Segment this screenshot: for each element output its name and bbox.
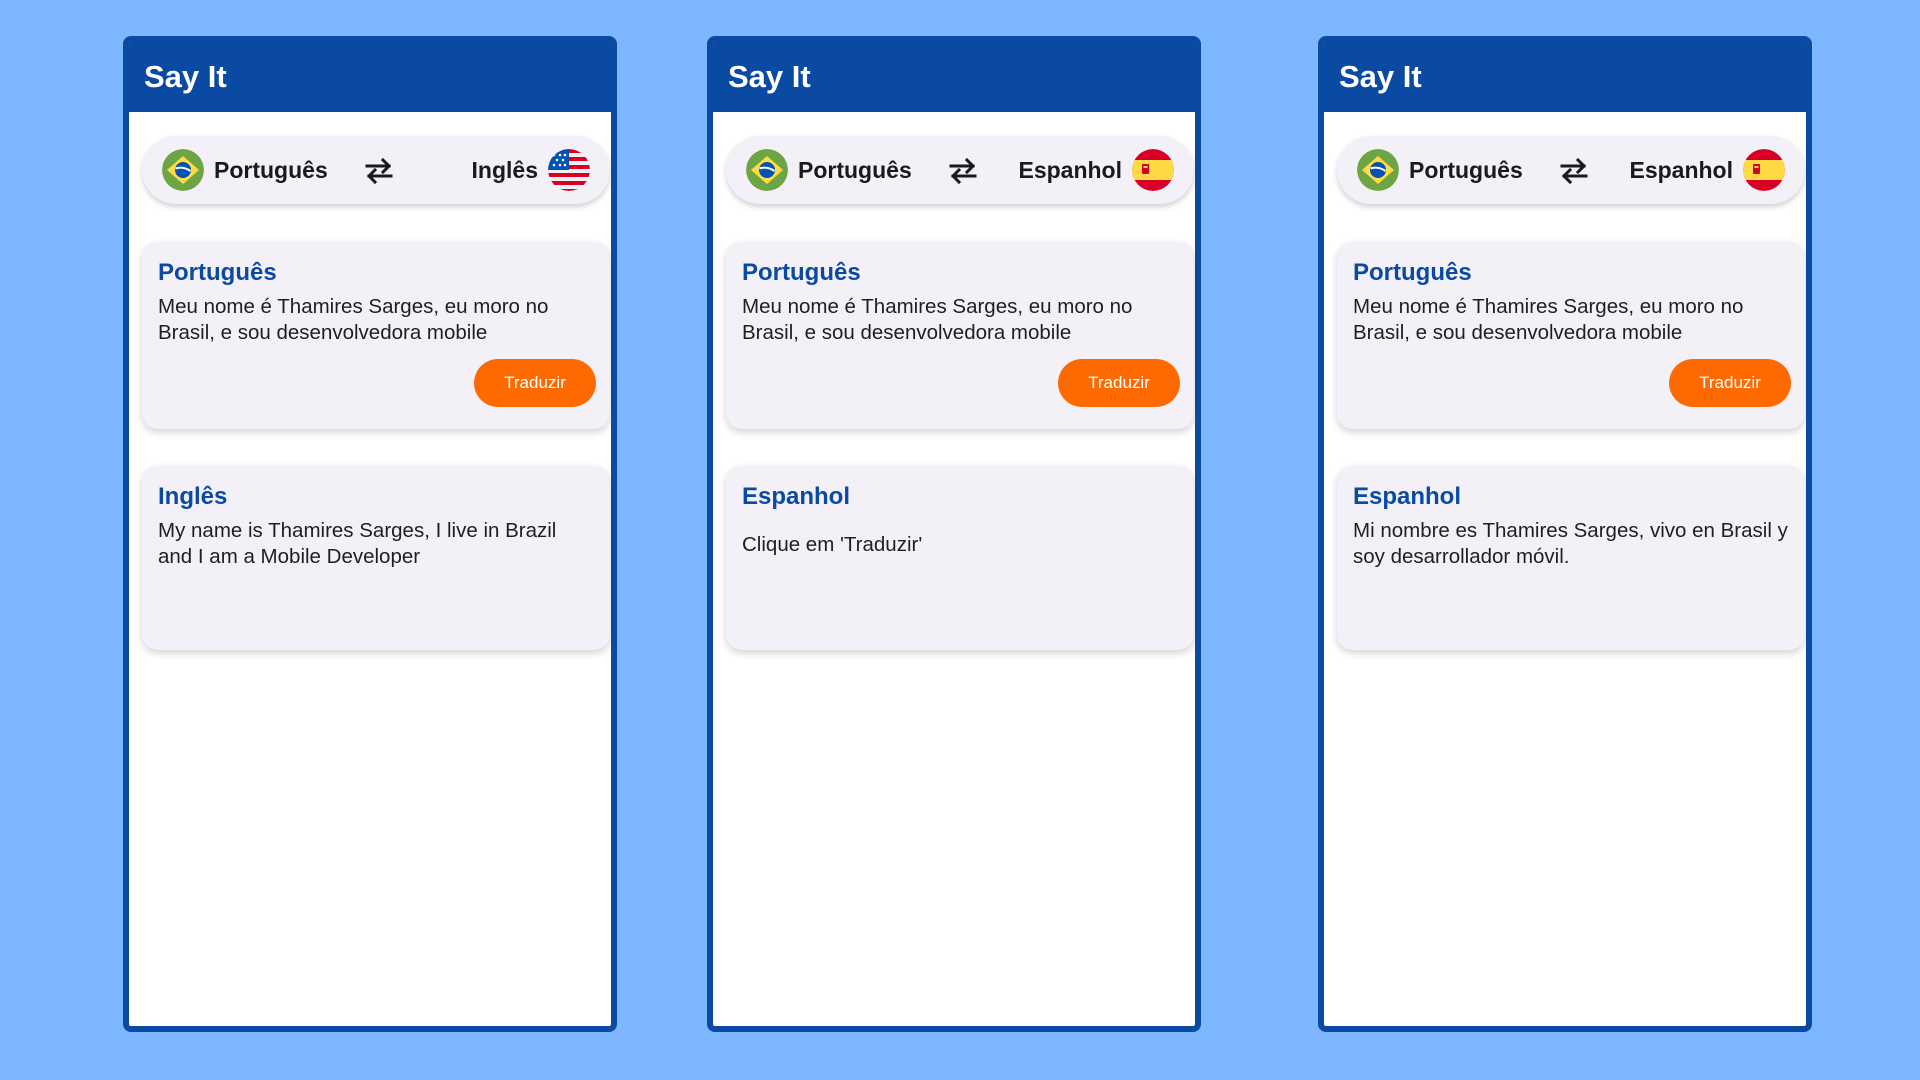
brazil-flag-icon [746,149,788,191]
translate-button[interactable]: Traduzir [1058,359,1180,407]
language-selector-bar: Português Espanhol [726,136,1194,204]
target-card-title: Inglês [158,483,228,510]
source-language-label: Português [798,156,912,183]
brazil-flag-icon [162,149,204,191]
phone-screen-3: Say It Português Espanhol Português Meu … [1318,36,1812,1032]
target-language-label: Inglês [471,156,538,183]
target-card-title: Espanhol [742,483,851,510]
source-text-input[interactable]: Meu nome é Thamires Sarges, eu moro no B… [742,294,1178,346]
source-text-card: Português Meu nome é Thamires Sarges, eu… [726,242,1194,429]
language-selector-bar: Português Inglês [142,136,610,204]
translate-button[interactable]: Traduzir [1669,359,1791,407]
source-card-title: Português [742,259,861,286]
phone-screen-2: Say It Português Espanhol Português Meu … [707,36,1201,1032]
app-title: Say It [1339,59,1422,94]
target-language-selector[interactable]: Espanhol [1629,149,1785,191]
source-language-selector[interactable]: Português [746,149,912,191]
source-language-label: Português [214,156,328,183]
phone-screen-1: Say It Português Inglês Português Meu no… [123,36,617,1032]
spain-flag-icon [1743,149,1785,191]
swap-arrows-icon[interactable] [948,158,978,184]
language-selector-bar: Português Espanhol [1337,136,1805,204]
translation-placeholder-text: Clique em 'Traduzir' [742,533,923,556]
target-language-label: Espanhol [1018,156,1122,183]
translate-button[interactable]: Traduzir [474,359,596,407]
swap-arrows-icon[interactable] [1559,158,1589,184]
target-language-selector[interactable]: Espanhol [1018,149,1174,191]
spain-flag-icon [1132,149,1174,191]
source-card-title: Português [158,259,277,286]
source-text-card: Português Meu nome é Thamires Sarges, eu… [1337,242,1805,429]
usa-flag-icon [548,149,590,191]
target-language-label: Espanhol [1629,156,1733,183]
app-bar: Say It [129,42,611,112]
app-bar: Say It [713,42,1195,112]
brazil-flag-icon [1357,149,1399,191]
target-card-title: Espanhol [1353,483,1462,510]
source-language-label: Português [1409,156,1523,183]
app-bar: Say It [1324,42,1806,112]
translation-result-card: Espanhol Mi nombre es Thamires Sarges, v… [1337,466,1805,650]
source-language-selector[interactable]: Português [162,149,328,191]
source-text-card: Português Meu nome é Thamires Sarges, eu… [142,242,610,429]
translation-result-text: Mi nombre es Thamires Sarges, vivo en Br… [1353,519,1788,568]
target-language-selector[interactable]: Inglês [472,149,590,191]
app-title: Say It [144,59,227,94]
app-title: Say It [728,59,811,94]
source-card-title: Português [1353,259,1472,286]
source-language-selector[interactable]: Português [1357,149,1523,191]
translation-result-card: Inglês My name is Thamires Sarges, I liv… [142,466,610,650]
swap-arrows-icon[interactable] [364,158,394,184]
source-text-input[interactable]: Meu nome é Thamires Sarges, eu moro no B… [158,294,594,346]
source-text-input[interactable]: Meu nome é Thamires Sarges, eu moro no B… [1353,294,1789,346]
translation-result-text: My name is Thamires Sarges, I live in Br… [158,519,557,568]
translation-result-card: Espanhol Clique em 'Traduzir' [726,466,1194,650]
